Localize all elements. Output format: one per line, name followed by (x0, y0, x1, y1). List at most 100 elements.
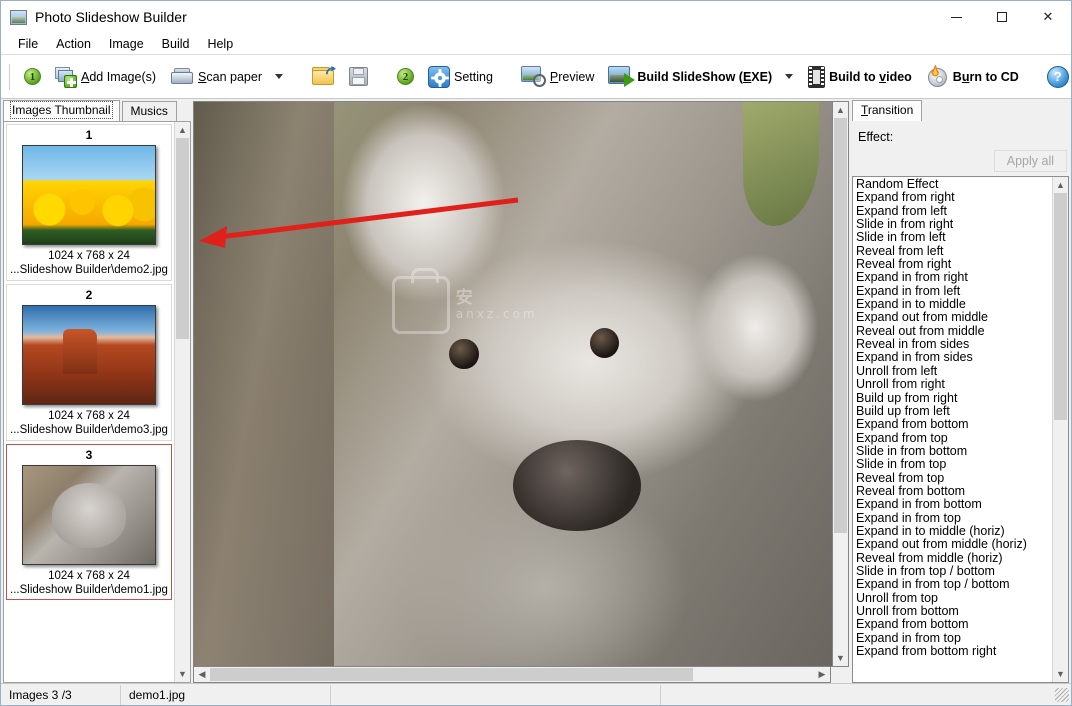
menu-file[interactable]: File (9, 34, 47, 54)
close-button[interactable]: ✕ (1025, 1, 1071, 33)
preview-canvas[interactable]: 安 anxz.com (193, 101, 833, 667)
apply-all-row: Apply all (852, 150, 1067, 172)
thumbnail-item[interactable]: 1 1024 x 768 x 24 ...Slideshow Builder\d… (6, 124, 172, 281)
build-slideshow-button[interactable]: Build SlideShow (EXE) (601, 60, 779, 94)
effect-list-item[interactable]: Reveal from left (856, 244, 1052, 258)
effect-list-item[interactable]: Expand in from sides (856, 351, 1052, 365)
menu-help[interactable]: Help (198, 34, 242, 54)
build-to-video-button[interactable]: Build to video (801, 60, 919, 94)
thumbnail-item[interactable]: 2 1024 x 768 x 24 ...Slideshow Builder\d… (6, 283, 172, 441)
tab-transition[interactable]: Transition (852, 100, 923, 121)
effect-list-item[interactable]: Reveal from top (856, 471, 1052, 485)
resize-grip[interactable] (1055, 687, 1069, 702)
effect-list-item[interactable]: Expand from bottom (856, 417, 1052, 431)
preview-button[interactable]: Preview (514, 60, 601, 94)
effects-scrollbar[interactable]: ▲ ▼ (1052, 177, 1068, 682)
status-current-file: demo1.jpg (121, 684, 331, 705)
scroll-up-icon[interactable]: ▲ (175, 122, 190, 138)
effects-scroll-track[interactable] (1053, 193, 1068, 666)
maximize-button[interactable] (979, 1, 1025, 33)
effect-list-item[interactable]: Expand in from top (856, 511, 1052, 525)
preview-hscroll-thumb[interactable] (210, 668, 694, 681)
help-button[interactable]: ? (1040, 60, 1072, 94)
watermark-domain: anxz.com (455, 306, 538, 321)
burn-to-cd-button[interactable]: Burn to CD (919, 60, 1026, 94)
effects-list[interactable]: Random Effect Expand from right Expand fro… (853, 177, 1052, 682)
menu-image[interactable]: Image (100, 34, 153, 54)
effect-list-item[interactable]: Reveal out from middle (856, 324, 1052, 338)
effect-list-item[interactable]: Unroll from left (856, 364, 1052, 378)
effect-list-item[interactable]: Slide in from top / bottom (856, 564, 1052, 578)
preview-vscroll-thumb[interactable] (834, 118, 847, 533)
effect-list-item[interactable]: Expand out from middle (horiz) (856, 537, 1052, 551)
effect-list-item[interactable]: Unroll from bottom (856, 604, 1052, 618)
effects-scroll-up-icon[interactable]: ▲ (1053, 177, 1068, 193)
effect-list-item[interactable]: Expand from top (856, 431, 1052, 445)
preview-vscroll-track[interactable] (833, 118, 848, 650)
effect-list-item[interactable]: Reveal from middle (horiz) (856, 551, 1052, 565)
photo-koala-right-eye (589, 327, 619, 359)
effect-list-item[interactable]: Slide in from right (856, 217, 1052, 231)
menu-build[interactable]: Build (153, 34, 199, 54)
effects-scroll-thumb[interactable] (1054, 193, 1067, 421)
setting-button[interactable]: Setting (421, 60, 500, 94)
effect-list-item[interactable]: Expand from left (856, 204, 1052, 218)
effect-list-item[interactable]: Expand in from top (856, 631, 1052, 645)
toolbar-grip[interactable] (9, 63, 11, 90)
preview-horizontal-scrollbar[interactable]: ◀ ▶ (193, 667, 831, 683)
open-project-button[interactable] (305, 60, 342, 94)
effect-list-item[interactable]: Expand from bottom right (856, 644, 1052, 658)
thumbnail-image-mesa[interactable] (22, 304, 156, 405)
preview-vertical-scrollbar[interactable]: ▲ ▼ (833, 101, 849, 667)
effect-list-item[interactable]: Expand out from middle (856, 311, 1052, 325)
effect-list-item[interactable]: Slide in from left (856, 231, 1052, 245)
minimize-button[interactable] (933, 1, 979, 33)
effect-list-item[interactable]: Random Effect (856, 177, 1052, 191)
tab-musics[interactable]: Musics (121, 101, 177, 121)
effect-list-item[interactable]: Build up from left (856, 404, 1052, 418)
thumbnail-image-tulips[interactable] (22, 145, 156, 245)
thumbnail-path: ...Slideshow Builder\demo3.jpg (10, 424, 168, 437)
effect-list-item[interactable]: Expand from bottom (856, 617, 1052, 631)
scan-paper-dropdown-icon[interactable] (275, 74, 283, 79)
add-images-button[interactable]: Add Image(s) (48, 60, 163, 94)
scan-paper-button[interactable]: Scan paper (163, 60, 269, 94)
effect-list-item[interactable]: Reveal in from sides (856, 337, 1052, 351)
effect-list-item[interactable]: Unroll from right (856, 377, 1052, 391)
effect-list-item[interactable]: Expand in from right (856, 271, 1052, 285)
menu-action[interactable]: Action (47, 34, 100, 54)
thumbnail-image-koala[interactable] (22, 464, 156, 565)
effect-list-item[interactable]: Build up from right (856, 391, 1052, 405)
effect-list-item[interactable]: Slide in from bottom (856, 444, 1052, 458)
thumbnail-list[interactable]: 1 1024 x 768 x 24 ...Slideshow Builder\d… (4, 122, 174, 682)
apply-all-button[interactable]: Apply all (993, 150, 1067, 172)
application-window: Photo Slideshow Builder ✕ File Action Im… (0, 0, 1072, 706)
effect-list-item[interactable]: Reveal from right (856, 257, 1052, 271)
watermark-bag-icon (391, 268, 450, 335)
scroll-down-icon[interactable]: ▼ (175, 666, 190, 682)
thumbnail-item-selected[interactable]: 3 1024 x 768 x 24 ...Slideshow Builder\d… (6, 443, 172, 601)
tab-musics-label: Musics (130, 104, 168, 118)
effect-list-item[interactable]: Expand in from bottom (856, 497, 1052, 511)
effects-scroll-down-icon[interactable]: ▼ (1053, 666, 1068, 682)
preview-scroll-right-icon[interactable]: ▶ (814, 667, 830, 682)
effect-list-item[interactable]: Expand in to middle (856, 297, 1052, 311)
save-project-button[interactable] (342, 60, 376, 94)
preview-scroll-down-icon[interactable]: ▼ (833, 650, 848, 666)
preview-scroll-left-icon[interactable]: ◀ (194, 667, 210, 682)
effect-list-item[interactable]: Expand in to middle (horiz) (856, 524, 1052, 538)
preview-hscroll-track[interactable] (210, 667, 814, 682)
tab-images-thumbnail[interactable]: Images Thumbnail (3, 100, 120, 121)
preview-scroll-up-icon[interactable]: ▲ (833, 102, 848, 118)
effect-list-item[interactable]: Expand in from left (856, 284, 1052, 298)
thumbnail-scroll-track[interactable] (175, 138, 190, 666)
effect-list-item[interactable]: Expand from right (856, 190, 1052, 204)
build-slideshow-dropdown-icon[interactable] (785, 74, 794, 79)
thumbnail-index: 2 (85, 287, 93, 302)
effect-list-item[interactable]: Reveal from bottom (856, 484, 1052, 498)
thumbnail-scrollbar[interactable]: ▲ ▼ (174, 122, 190, 682)
effect-list-item[interactable]: Unroll from top (856, 591, 1052, 605)
effect-list-item[interactable]: Slide in from top (856, 457, 1052, 471)
effect-list-item[interactable]: Expand in from top / bottom (856, 577, 1052, 591)
thumbnail-scroll-thumb[interactable] (176, 138, 189, 339)
